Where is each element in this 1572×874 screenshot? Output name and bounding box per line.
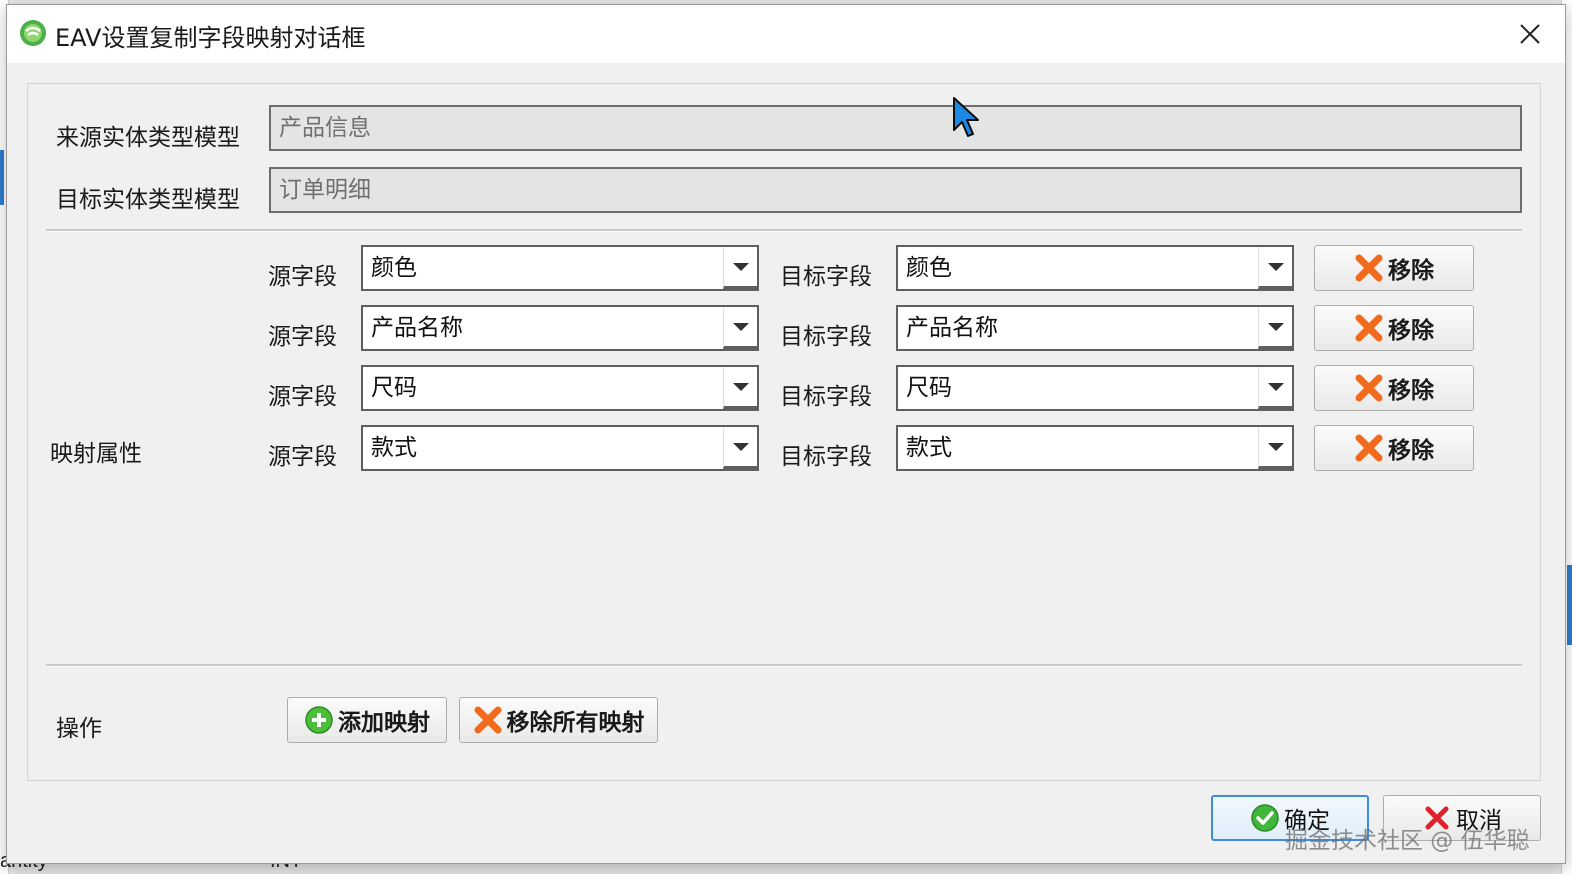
dropdown-button[interactable] (1258, 247, 1292, 289)
dropdown-button[interactable] (723, 367, 757, 409)
source-field-select[interactable]: 颜色 (361, 245, 759, 291)
target-field-value: 产品名称 (906, 315, 998, 341)
target-field-value: 尺码 (906, 375, 952, 401)
close-icon (1520, 24, 1540, 44)
add-mapping-button[interactable]: 添加映射 (287, 697, 447, 743)
remove-label: 移除 (1388, 438, 1434, 464)
source-model-label: 来源实体类型模型 (56, 125, 240, 151)
source-field-select[interactable]: 产品名称 (361, 305, 759, 351)
source-field-value: 款式 (371, 435, 417, 461)
target-model-label: 目标实体类型模型 (56, 187, 240, 213)
background-scrollbar-strip (1567, 565, 1572, 645)
target-field-select[interactable]: 款式 (896, 425, 1294, 471)
remove-mapping-button[interactable]: 移除 (1314, 425, 1474, 471)
chevron-down-icon (732, 322, 749, 331)
mapping-attributes-label: 映射属性 (50, 441, 142, 467)
dropdown-button[interactable] (1258, 367, 1292, 409)
title-bar: EAV设置复制字段映射对话框 (7, 5, 1565, 63)
chevron-down-icon (1267, 442, 1284, 451)
cancel-button[interactable]: 取消 (1383, 795, 1541, 841)
settings-panel: 来源实体类型模型 产品信息 目标实体类型模型 订单明细 映射属性 源字段 颜色 … (27, 83, 1541, 781)
source-field-select[interactable]: 尺码 (361, 365, 759, 411)
actions-label: 操作 (56, 716, 102, 742)
close-button[interactable] (1513, 17, 1547, 51)
chevron-down-icon (732, 262, 749, 271)
remove-mapping-button[interactable]: 移除 (1314, 365, 1474, 411)
source-field-select[interactable]: 款式 (361, 425, 759, 471)
mapping-dialog: EAV设置复制字段映射对话框 来源实体类型模型 产品信息 目标实体类型模型 订单… (6, 4, 1566, 864)
source-field-value: 尺码 (371, 375, 417, 401)
chevron-down-icon (732, 382, 749, 391)
dropdown-button[interactable] (1258, 307, 1292, 349)
target-field-value: 颜色 (906, 255, 952, 281)
chevron-down-icon (1267, 322, 1284, 331)
source-field-label: 源字段 (268, 324, 337, 350)
target-field-label: 目标字段 (780, 444, 872, 470)
target-field-select[interactable]: 颜色 (896, 245, 1294, 291)
remove-x-icon (474, 706, 501, 734)
remove-x-icon (1355, 314, 1383, 342)
remove-x-icon (1355, 374, 1383, 402)
target-field-label: 目标字段 (780, 264, 872, 290)
target-model-field: 订单明细 (269, 167, 1522, 213)
source-field-label: 源字段 (268, 384, 337, 410)
dialog-title: EAV设置复制字段映射对话框 (55, 24, 366, 52)
source-field-label: 源字段 (268, 444, 337, 470)
add-icon (305, 706, 333, 734)
cancel-x-icon (1425, 806, 1449, 830)
app-logo-icon (20, 20, 46, 46)
background-selection-strip (0, 150, 4, 205)
remove-label: 移除 (1388, 378, 1434, 404)
source-field-label: 源字段 (268, 264, 337, 290)
ok-button[interactable]: 确定 (1211, 795, 1369, 841)
target-field-label: 目标字段 (780, 324, 872, 350)
target-field-select[interactable]: 尺码 (896, 365, 1294, 411)
chevron-down-icon (1267, 382, 1284, 391)
source-model-field: 产品信息 (269, 105, 1522, 151)
target-field-select[interactable]: 产品名称 (896, 305, 1294, 351)
separator-bottom (46, 664, 1522, 667)
dropdown-button[interactable] (723, 307, 757, 349)
remove-label: 移除 (1388, 258, 1434, 284)
remove-mapping-button[interactable]: 移除 (1314, 245, 1474, 291)
remove-label: 移除 (1388, 318, 1434, 344)
separator-top (46, 229, 1522, 232)
chevron-down-icon (732, 442, 749, 451)
remove-mapping-button[interactable]: 移除 (1314, 305, 1474, 351)
source-field-value: 颜色 (371, 255, 417, 281)
target-field-value: 款式 (906, 435, 952, 461)
remove-x-icon (1355, 254, 1383, 282)
remove-all-label: 移除所有映射 (506, 710, 645, 736)
add-mapping-label: 添加映射 (338, 710, 430, 736)
ok-label: 确定 (1284, 808, 1330, 834)
dropdown-button[interactable] (723, 247, 757, 289)
remove-x-icon (1355, 434, 1383, 462)
remove-all-mappings-button[interactable]: 移除所有映射 (459, 697, 658, 743)
cancel-label: 取消 (1456, 808, 1502, 834)
check-icon (1251, 804, 1279, 832)
dropdown-button[interactable] (1258, 427, 1292, 469)
target-field-label: 目标字段 (780, 384, 872, 410)
dropdown-button[interactable] (723, 427, 757, 469)
source-field-value: 产品名称 (371, 315, 463, 341)
chevron-down-icon (1267, 262, 1284, 271)
